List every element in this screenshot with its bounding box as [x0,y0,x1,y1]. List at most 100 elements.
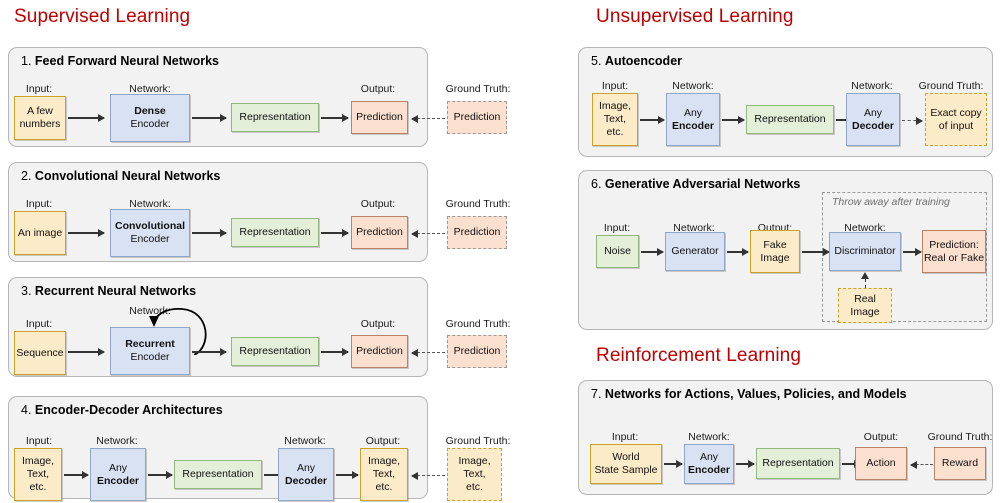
box-representation-7-label: Representation [762,457,834,470]
arrow-decoder-to-output-4 [336,470,359,479]
panel-title-3: 3. Recurrent Neural Networks [21,284,196,298]
arrow-generator-to-fakeimage-6 [727,247,749,256]
box-network-1-bold: Dense [134,105,166,118]
box-decoder-4-sub: Any [296,461,316,474]
box-input-4: Image, Text, etc. [14,448,62,501]
box-ground-truth-1-label: Prediction [453,111,501,124]
arrow-fakeimage-to-discriminator-6 [802,247,830,256]
arrow-representation-to-output-2 [321,228,349,237]
caption-network-decoder-4: Network: [284,435,326,447]
panel-number-1: 1. [21,54,32,68]
arrow-input-to-encoder-5 [640,115,665,124]
box-real-image-6-line2: Image [850,305,880,318]
panel-number-7: 7. [591,387,602,401]
caption-ground-truth-2: Ground Truth: [445,198,511,210]
recurrent-loop-arrow [149,308,207,355]
caption-network-encoder-4: Network: [96,435,138,447]
box-representation-2-label: Representation [239,226,311,239]
box-decoder-4-bold: Decoder [284,474,327,487]
arrow-reward-to-action-7 [910,460,933,469]
panel-title-2: 2. Convolutional Neural Networks [21,169,220,183]
heading-unsupervised-learning: Unsupervised Learning [596,6,794,27]
panel-title-text-5: Autoencoder [604,54,683,68]
arrow-input-to-encoder-4 [64,470,89,479]
panel-number-4: 4. [21,403,32,417]
arrow-representation-to-output-1 [321,113,349,122]
box-ground-truth-4-line1: Image, [458,455,491,468]
box-encoder-5: Any Encoder [666,93,720,146]
panel-title-text-6: Generative Adversarial Networks [604,177,801,191]
arrow-encoder-to-representation-5 [722,115,745,124]
panel-number-6: 6. [591,177,602,191]
box-output-2: Prediction [351,216,408,249]
arrow-groundtruth-to-output-4 [411,471,445,480]
box-output-1: Prediction [351,101,408,134]
box-input-3: Sequence [14,331,66,375]
box-input-1: A few numbers [14,96,66,140]
arrow-network-to-representation-1 [192,113,227,122]
arrow-noise-to-generator-6 [641,247,664,256]
box-ground-truth-7-label: Reward [941,457,979,470]
box-output-7: Action [855,447,907,480]
box-output-4-line1: Image, [367,455,401,468]
box-output-4-line3: etc. [375,480,393,493]
panel-title-6: 6. Generative Adversarial Networks [591,177,800,191]
box-input-5: Image, Text, etc. [592,93,638,146]
box-prediction-6: Prediction: Real or Fake [922,230,986,273]
arrow-decoder-to-groundtruth-5 [902,116,923,125]
arrow-network-to-representation-2 [192,228,227,237]
box-fake-image-6-line2: Image [760,251,790,264]
box-generator-6: Generator [665,232,725,271]
caption-network-decoder-5: Network: [851,80,893,92]
caption-input-6: Input: [603,222,631,234]
caption-input-4: Input: [25,435,53,447]
box-representation-1: Representation [231,103,319,132]
box-encoder-7: Any Encoder [684,444,734,484]
caption-output-4: Output: [365,435,401,447]
caption-ground-truth-7: Ground Truth: [927,431,993,443]
box-network-2-sub: Encoder [130,233,170,245]
box-input-7: World State Sample [590,444,662,484]
box-input-7-line1: World [612,451,640,464]
box-ground-truth-5: Exact copy of input [925,93,987,146]
arrow-input-to-network-1 [68,113,105,122]
arrow-groundtruth-to-output-1 [411,114,445,123]
caption-output-2: Output: [360,198,396,210]
box-representation-1-label: Representation [239,111,311,124]
box-input-3-line1: Sequence [16,346,64,359]
box-ground-truth-2: Prediction [447,216,507,249]
arrow-representation-to-output-3 [321,347,349,356]
arrow-encoder-to-representation-4 [148,470,173,479]
box-discriminator-6-label: Discriminator [834,245,896,258]
arrow-groundtruth-to-output-3 [411,348,445,357]
panel-title-1: 1. Feed Forward Neural Networks [21,54,219,68]
panel-title-5: 5. Autoencoder [591,54,682,68]
panel-title-text-3: Recurrent Neural Networks [34,284,197,298]
box-ground-truth-5-line2: of input [938,119,974,132]
box-encoder-4-sub: Any [108,461,128,474]
box-ground-truth-3: Prediction [447,335,507,368]
box-real-image-6: Real Image [838,288,892,323]
box-generator-6-label: Generator [671,245,719,258]
box-input-2: An image [14,211,66,255]
box-output-2-label: Prediction [356,226,403,239]
box-decoder-5-sub: Any [863,106,883,119]
panel-title-7: 7. Networks for Actions, Values, Policie… [591,387,907,401]
caption-ground-truth-5: Ground Truth: [918,80,984,92]
arrow-input-to-encoder-7 [664,459,683,468]
panel-title-text-7: Networks for Actions, Values, Policies, … [604,387,907,401]
caption-network-encoder-5: Network: [672,80,714,92]
arrow-network-to-representation-3 [192,347,227,356]
panel-title-text-1: Feed Forward Neural Networks [34,54,219,68]
box-decoder-5-bold: Decoder [851,119,894,132]
box-decoder-5: Any Decoder [846,93,900,146]
caption-ground-truth-4: Ground Truth: [445,435,511,447]
caption-ground-truth-1: Ground Truth: [445,83,511,95]
box-input-5-line3: etc. [606,125,624,138]
box-ground-truth-4-line3: etc. [466,480,483,493]
box-representation-5: Representation [746,105,834,134]
diagram-root: Supervised Learning 1. Feed Forward Neur… [0,0,1000,503]
arrow-encoder-to-representation-7 [736,459,755,468]
caption-ground-truth-3: Ground Truth: [445,318,511,330]
box-input-5-line2: Text, [603,113,627,126]
